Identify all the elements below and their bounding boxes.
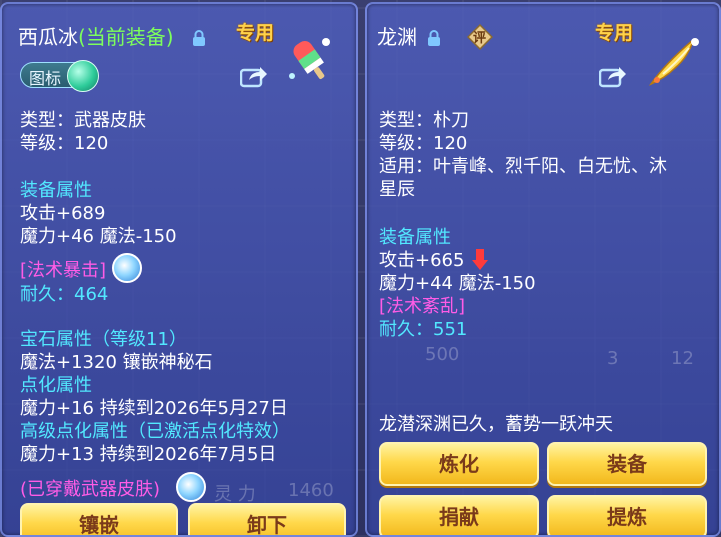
enhance-value: 魔力+16 持续到2026年5月27日 — [20, 398, 288, 419]
swirl-icon[interactable] — [112, 253, 142, 283]
gem-attr-title: 宝石属性（等级11） — [20, 329, 187, 350]
current-skin-tooltip: 西瓜冰(当前装备) 专用 图标 类型：武器皮肤 等级：120 装备属性 攻击+6… — [0, 2, 358, 537]
item-type: 类型：武器皮肤 — [20, 110, 146, 131]
exclusive-label: 专用 — [236, 22, 275, 44]
seal-char: 评 — [473, 31, 487, 46]
usable-by-line1: 适用：叶青峰、烈千阳、白无忧、沐 — [379, 156, 667, 177]
item-name-text: 西瓜冰 — [18, 25, 78, 49]
bg-faint-count-a: 3 — [607, 348, 619, 369]
durability: 耐久：551 — [379, 319, 468, 340]
inlay-button[interactable]: 镶嵌 — [20, 503, 178, 535]
lock-icon — [428, 30, 440, 46]
gem-attr-value: 魔法+1320 镶嵌神秘石 — [20, 352, 213, 373]
swirl-icon-2[interactable] — [176, 472, 206, 502]
donate-button[interactable]: 捐献 — [379, 495, 539, 535]
dragon-blade-icon — [648, 37, 699, 86]
bg-faint-number: 1460 — [288, 480, 334, 501]
lock-icon — [193, 30, 205, 46]
refine-button[interactable]: 炼化 — [379, 442, 539, 486]
equip-attr-title: 装备属性 — [20, 180, 92, 201]
weapon-tooltip: 龙渊 评 专用 类型：朴刀 等级：120 适用：叶青峰、烈千阳、白无忧、沐 星辰… — [365, 2, 721, 537]
item-type: 类型：朴刀 — [379, 110, 469, 131]
enhance-title: 点化属性 — [20, 375, 92, 396]
orb-icon — [67, 60, 99, 92]
magic-stat: 魔力+46 魔法-150 — [20, 226, 177, 247]
special-skill: [法术紊乱] — [379, 296, 466, 317]
item-description: 龙潜深渊已久，蓄势一跃冲天 — [379, 414, 613, 435]
skin-status: (已穿戴武器皮肤) — [20, 479, 161, 500]
bg-faint-count-500: 500 — [425, 344, 460, 365]
usable-by-line2: 星辰 — [379, 179, 415, 200]
item-name: 西瓜冰(当前装备) — [18, 26, 174, 48]
extract-button[interactable]: 提炼 — [547, 495, 707, 535]
exclusive-label: 专用 — [595, 22, 634, 44]
down-arrow-icon — [472, 249, 488, 270]
item-level: 等级：120 — [379, 133, 468, 154]
share-icon[interactable] — [240, 64, 268, 88]
adv-enhance-title: 高级点化属性（已激活点化特效） — [20, 421, 290, 442]
attack-stat: 攻击+689 — [20, 203, 106, 224]
equip-button[interactable]: 装备 — [547, 442, 707, 486]
equip-attr-title: 装备属性 — [379, 227, 451, 248]
item-level: 等级：120 — [20, 133, 109, 154]
icon-badge[interactable]: 图标 — [20, 60, 99, 92]
popsicle-weapon-icon — [289, 38, 330, 79]
durability: 耐久：464 — [20, 284, 109, 305]
unequip-button[interactable]: 卸下 — [188, 503, 346, 535]
bg-faint-count-b: 12 — [671, 348, 694, 369]
item-name: 龙渊 — [377, 25, 417, 49]
special-skill: [法术暴击] — [20, 260, 107, 281]
equipped-tag: (当前装备) — [78, 25, 174, 49]
magic-stat: 魔力+44 魔法-150 — [379, 273, 536, 294]
attack-stat: 攻击+665 — [379, 250, 465, 271]
adv-enhance-value: 魔力+13 持续到2026年7月5日 — [20, 444, 277, 465]
badge-label: 图标 — [29, 69, 62, 88]
share-icon[interactable] — [599, 64, 627, 88]
